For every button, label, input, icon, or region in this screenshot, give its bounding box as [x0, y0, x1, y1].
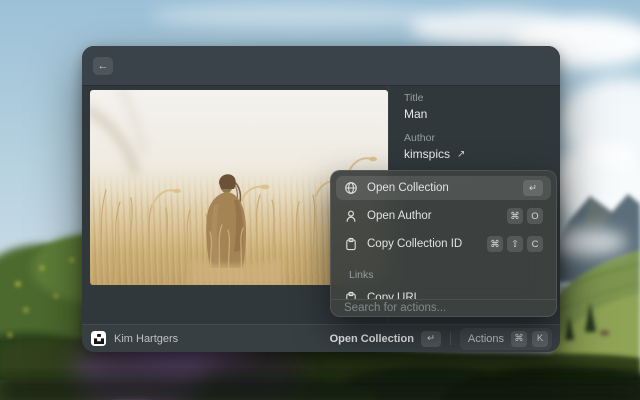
- cmd-key-badge: ⌘: [487, 236, 503, 252]
- menu-item-label: Open Author: [367, 210, 432, 222]
- author-label: Author: [404, 132, 550, 144]
- c-key-badge: C: [527, 236, 543, 252]
- menu-item-label: Copy Collection ID: [367, 238, 462, 250]
- unsplash-logo-icon: [91, 331, 106, 346]
- actions-menu: Open Collection ↵ Open Author ⌘ O Copy C…: [330, 170, 557, 317]
- actions-label: Actions: [468, 333, 504, 345]
- person-icon: [344, 209, 358, 223]
- clipboard-icon: [344, 237, 358, 251]
- links-section-header: Links: [336, 260, 551, 286]
- actions-menu-list: Open Collection ↵ Open Author ⌘ O Copy C…: [331, 171, 556, 299]
- clipboard-icon: [344, 291, 358, 299]
- actions-search-row: [331, 299, 556, 316]
- title-value: Man: [404, 107, 550, 121]
- cmd-key-badge: ⌘: [511, 331, 527, 347]
- o-key-badge: O: [527, 208, 543, 224]
- globe-icon: [344, 181, 358, 195]
- menu-item-label: Open Collection: [367, 182, 449, 194]
- back-button[interactable]: ←: [93, 57, 113, 75]
- author-value[interactable]: kimspics ↗: [404, 147, 550, 161]
- return-key-badge: ↵: [421, 331, 441, 347]
- primary-action-label[interactable]: Open Collection: [330, 333, 414, 345]
- menu-item-copy-collection-id[interactable]: Copy Collection ID ⌘ ⇧ C: [336, 232, 551, 256]
- author-name: kimspics: [404, 147, 450, 161]
- window-header: ←: [82, 46, 560, 86]
- return-key-badge: ↵: [523, 180, 543, 196]
- title-label: Title: [404, 92, 550, 104]
- k-key-badge: K: [532, 331, 548, 347]
- cmd-key-badge: ⌘: [507, 208, 523, 224]
- footer-divider: [450, 332, 451, 345]
- menu-item-copy-url[interactable]: Copy URL: [336, 286, 551, 299]
- actions-search-input[interactable]: [331, 300, 556, 316]
- external-link-icon: ↗: [457, 149, 465, 160]
- back-arrow-icon: ←: [98, 60, 109, 72]
- shift-key-badge: ⇧: [507, 236, 523, 252]
- menu-item-open-author[interactable]: Open Author ⌘ O: [336, 204, 551, 228]
- menu-item-label: Copy URL: [367, 292, 420, 299]
- source-name: Kim Hartgers: [114, 333, 178, 345]
- footer-bar: Kim Hartgers Open Collection ↵ Actions ⌘…: [82, 324, 560, 352]
- menu-item-open-collection[interactable]: Open Collection ↵: [336, 176, 551, 200]
- actions-button[interactable]: Actions ⌘ K: [460, 328, 552, 350]
